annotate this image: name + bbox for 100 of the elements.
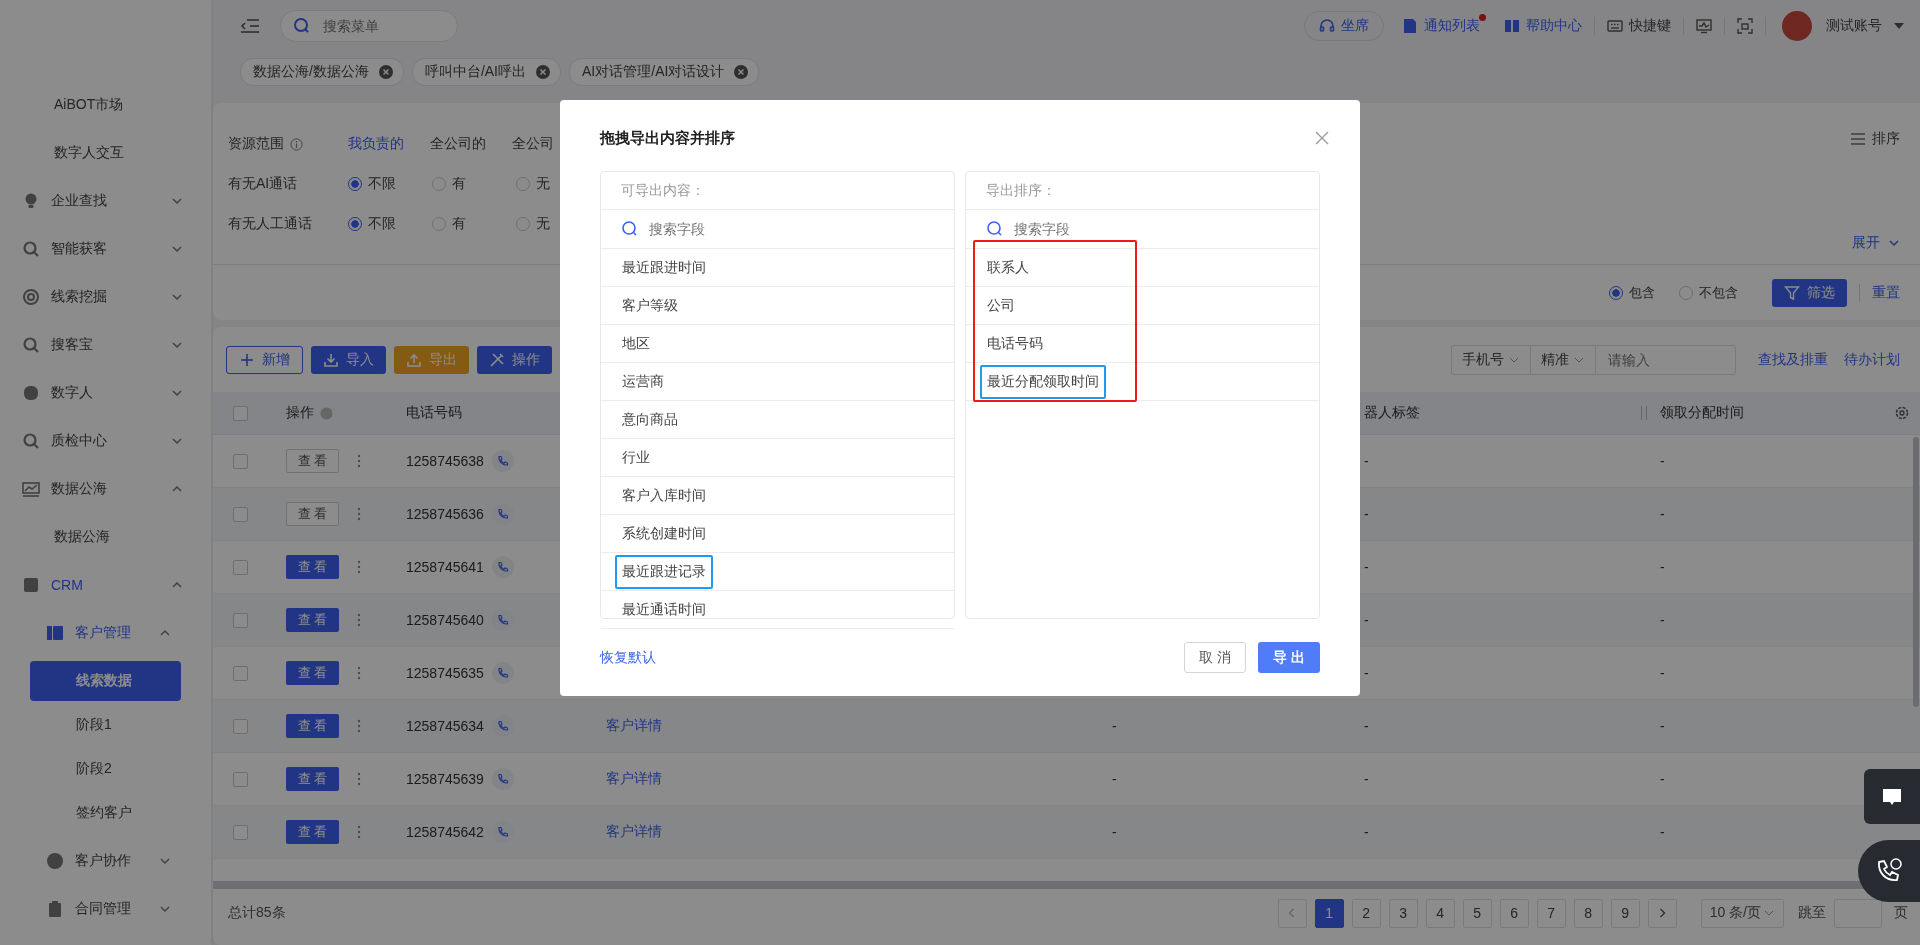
toolbar-button[interactable]: 操作 xyxy=(477,345,552,374)
checkbox[interactable] xyxy=(233,612,248,628)
page-button[interactable]: 2 xyxy=(1351,898,1381,928)
close-icon[interactable] xyxy=(536,65,550,79)
header-action[interactable]: 帮助中心 xyxy=(1492,11,1594,41)
radio-button[interactable] xyxy=(348,217,362,231)
search-field[interactable]: 搜索菜单 xyxy=(280,10,458,42)
more-icon[interactable] xyxy=(357,454,361,468)
page-button[interactable]: 6 xyxy=(1499,898,1529,928)
search-input[interactable]: 搜索字段 xyxy=(647,220,801,238)
toolbar-button[interactable]: 导入 xyxy=(311,345,386,374)
toolbar-link[interactable]: 待办计划 xyxy=(1844,350,1900,369)
account-menu[interactable]: 测试账号 xyxy=(1826,17,1904,35)
field-item[interactable]: 地区 xyxy=(601,325,954,363)
checkbox[interactable] xyxy=(233,718,248,734)
menu-item[interactable]: 阶段2 xyxy=(30,749,181,789)
radio-button[interactable] xyxy=(1609,285,1623,300)
view-button[interactable]: 查 看 xyxy=(286,555,339,579)
checkbox[interactable] xyxy=(233,405,248,421)
field-item[interactable]: 联系人 xyxy=(966,249,1319,287)
menu-item[interactable]: 签约客户 xyxy=(30,793,181,833)
page-size-select[interactable]: 10 条/页 xyxy=(1700,898,1784,928)
menu-group[interactable]: 数字人 xyxy=(0,369,211,417)
radio-option[interactable]: 不限 xyxy=(348,215,432,233)
page-button[interactable]: 4 xyxy=(1425,898,1455,928)
checkbox[interactable] xyxy=(233,506,248,522)
more-icon[interactable] xyxy=(357,719,361,733)
field-select[interactable]: 手机号 xyxy=(1451,344,1530,375)
close-icon[interactable] xyxy=(378,65,393,79)
checkbox[interactable] xyxy=(233,824,248,840)
field-item[interactable]: 意向商品 xyxy=(601,401,954,439)
more-icon[interactable] xyxy=(357,560,361,574)
field-item[interactable]: 最近分配领取时间 xyxy=(966,363,1319,401)
menu-icon[interactable] xyxy=(240,18,260,34)
field-item[interactable]: 公司 xyxy=(966,287,1319,325)
avatar[interactable] xyxy=(1782,11,1812,41)
field-item[interactable]: 客户入库时间 xyxy=(601,477,954,515)
scope-option[interactable]: 我负责的 xyxy=(348,135,430,153)
more-icon[interactable] xyxy=(357,666,361,680)
view-button[interactable]: 查 看 xyxy=(286,661,339,685)
radio-option[interactable]: 有 xyxy=(432,175,516,193)
call-button[interactable] xyxy=(491,556,514,578)
menu-group[interactable]: CRM xyxy=(0,561,211,609)
field-item[interactable]: 电话号码 xyxy=(966,325,1319,363)
export-button[interactable]: 导 出 xyxy=(1258,642,1320,673)
view-button[interactable]: 查 看 xyxy=(286,714,339,738)
call-button[interactable] xyxy=(491,768,514,790)
field-item[interactable]: 系统创建时间 xyxy=(601,515,954,553)
sort-button[interactable]: 排序 xyxy=(1850,130,1900,148)
header-action[interactable]: 通知列表 xyxy=(1390,11,1492,41)
toolbar-button[interactable]: 新增 xyxy=(226,345,303,374)
call-button[interactable] xyxy=(491,662,514,684)
radio-option[interactable]: 无 xyxy=(516,175,600,193)
menu-item[interactable]: 数据公海 xyxy=(0,513,211,561)
page-button[interactable]: 9 xyxy=(1610,898,1640,928)
checkbox[interactable] xyxy=(233,559,248,575)
detail-link[interactable]: 客户详情 xyxy=(606,770,662,788)
menu-group[interactable]: 搜客宝 xyxy=(0,321,211,369)
field-search[interactable]: 搜索字段 xyxy=(966,210,1319,249)
settings-icon[interactable] xyxy=(1894,405,1910,421)
field-item[interactable]: 客户等级 xyxy=(601,287,954,325)
more-icon[interactable] xyxy=(357,772,361,786)
radio-button[interactable] xyxy=(432,177,446,191)
header-action[interactable]: 快捷键 xyxy=(1595,11,1683,41)
detail-link[interactable]: 客户详情 xyxy=(606,823,662,841)
restore-default-link[interactable]: 恢复默认 xyxy=(600,648,656,667)
scrollbar-thumb[interactable] xyxy=(1913,437,1919,707)
menu-group[interactable]: 质检中心 xyxy=(0,417,211,465)
more-icon[interactable] xyxy=(357,825,361,839)
view-button[interactable]: 查 看 xyxy=(286,767,339,791)
page-input[interactable] xyxy=(1834,898,1882,928)
cancel-button[interactable]: 取 消 xyxy=(1184,642,1246,673)
more-icon[interactable] xyxy=(357,507,361,521)
keyword-input[interactable]: 请输入 xyxy=(1595,344,1736,375)
call-button[interactable] xyxy=(491,450,514,472)
menu-item[interactable]: 数字人交互 xyxy=(0,129,211,177)
menu-group[interactable]: 客户管理 xyxy=(0,609,211,657)
page-tab[interactable]: AI对话管理/AI对话设计 xyxy=(569,58,760,86)
menu-group[interactable]: 数据公海 xyxy=(0,465,211,513)
search-input[interactable]: 搜索菜单 xyxy=(321,17,435,35)
radio-button[interactable] xyxy=(516,217,530,231)
menu-group[interactable]: 企业查找 xyxy=(0,177,211,225)
radio-option[interactable]: 不包含 xyxy=(1679,283,1738,302)
menu-item[interactable]: AiBOT市场 xyxy=(0,81,211,129)
scope-option[interactable]: 全公司的 xyxy=(430,135,512,153)
close-icon[interactable] xyxy=(734,65,749,79)
page-tab[interactable]: 数据公海/数据公海 xyxy=(240,58,404,86)
radio-button[interactable] xyxy=(432,217,446,231)
info-icon[interactable] xyxy=(290,137,303,151)
radio-option[interactable]: 包含 xyxy=(1609,283,1655,302)
toolbar-link[interactable]: 查找及排重 xyxy=(1758,350,1828,369)
page-button[interactable]: 3 xyxy=(1388,898,1418,928)
menu-group[interactable]: 合同管理 xyxy=(0,885,211,933)
checkbox[interactable] xyxy=(233,771,248,787)
field-search[interactable]: 搜索字段 xyxy=(601,210,954,249)
radio-option[interactable]: 不限 xyxy=(348,175,432,193)
page-button[interactable]: 8 xyxy=(1573,898,1603,928)
mode-select[interactable]: 精准 xyxy=(1530,344,1595,375)
chat-widget-button[interactable] xyxy=(1864,769,1920,824)
expand-link[interactable]: 展开 xyxy=(1852,234,1900,252)
